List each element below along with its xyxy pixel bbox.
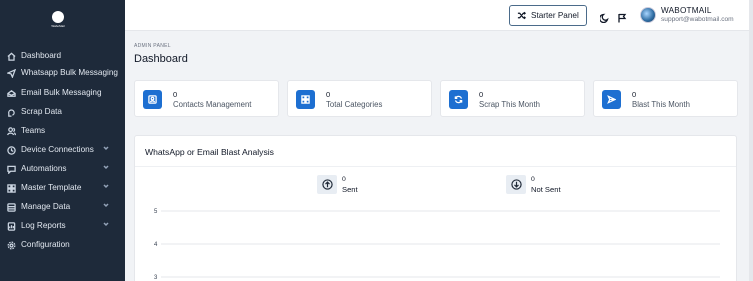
stat-card-scrap[interactable]: 0 Scrap This Month xyxy=(440,80,585,117)
users-icon xyxy=(7,127,16,136)
sidebar: WaboMail Dashboard Whatsapp Bulk Messagi… xyxy=(0,0,125,281)
blast-analysis-chart: 5 4 3 xyxy=(154,209,720,281)
report-icon xyxy=(7,222,16,231)
stat-card-contacts[interactable]: 0 Contacts Management xyxy=(134,80,279,117)
sidebar-item-label: Teams xyxy=(21,126,46,135)
sidebar-nav: Dashboard Whatsapp Bulk Messaging Email … xyxy=(0,48,125,253)
legend-name: Sent xyxy=(342,185,358,194)
gear-icon xyxy=(7,241,16,250)
legend-value: 0 xyxy=(342,176,346,183)
legend-name: Not Sent xyxy=(531,185,561,194)
panel-title: WhatsApp or Email Blast Analysis xyxy=(145,147,274,157)
legend-value: 0 xyxy=(531,176,535,183)
chevron-down-icon xyxy=(103,182,109,189)
chevron-down-icon xyxy=(103,220,109,227)
stat-card-categories[interactable]: 0 Total Categories xyxy=(287,80,432,117)
arrow-down-circle-icon xyxy=(506,175,526,194)
sidebar-item-label: Whatsapp Bulk Messaging xyxy=(21,68,118,77)
sidebar-item-email-bulk-messaging[interactable]: Email Bulk Messaging xyxy=(0,82,125,101)
sidebar-item-log-reports[interactable]: Log Reports xyxy=(0,215,125,234)
sidebar-item-whatsapp-bulk-messaging[interactable]: Whatsapp Bulk Messaging xyxy=(0,64,125,82)
stat-value: 0 xyxy=(479,90,484,99)
sidebar-item-label: Email Bulk Messaging xyxy=(21,88,102,97)
divider xyxy=(135,166,736,167)
chevron-down-icon xyxy=(103,163,109,170)
sidebar-item-scrap-data[interactable]: Scrap Data xyxy=(0,101,125,120)
user-name[interactable]: WABOTMAIL xyxy=(661,6,712,15)
home-icon xyxy=(7,52,16,61)
sidebar-item-label: Dashboard xyxy=(21,51,62,60)
send-icon xyxy=(602,90,621,109)
grid-icon xyxy=(296,90,315,109)
breadcrumb: ADMIN PANEL xyxy=(134,43,171,49)
user-email: support@wabotmail.com xyxy=(661,16,734,23)
starter-panel-label: Starter Panel xyxy=(531,11,579,20)
sidebar-item-master-template[interactable]: Master Template xyxy=(0,177,125,196)
page-title: Dashboard xyxy=(134,53,188,65)
flag-icon[interactable] xyxy=(617,10,627,23)
sidebar-item-teams[interactable]: Teams xyxy=(0,120,125,139)
refresh-icon xyxy=(449,90,468,109)
database-icon xyxy=(7,203,16,212)
stat-value: 0 xyxy=(326,90,331,99)
chat-icon xyxy=(7,165,16,174)
blast-analysis-panel: WhatsApp or Email Blast Analysis 0 Sent … xyxy=(134,135,737,281)
sidebar-item-label: Scrap Data xyxy=(21,107,62,116)
contacts-icon xyxy=(143,90,162,109)
template-icon xyxy=(7,184,16,193)
shuffle-icon xyxy=(517,11,526,20)
sidebar-item-automations[interactable]: Automations xyxy=(0,158,125,177)
sidebar-item-configuration[interactable]: Configuration xyxy=(0,234,125,253)
topbar: Starter Panel WABOTMAIL support@wabotmai… xyxy=(125,0,753,31)
stat-label: Total Categories xyxy=(326,100,383,109)
stat-value: 0 xyxy=(173,90,178,99)
moon-icon[interactable] xyxy=(598,10,610,24)
app-logo[interactable]: WaboMail xyxy=(50,11,66,28)
device-icon xyxy=(7,146,16,155)
stat-card-blast[interactable]: 0 Blast This Month xyxy=(593,80,738,117)
starter-panel-button[interactable]: Starter Panel xyxy=(509,5,587,26)
send-icon xyxy=(7,69,16,78)
sidebar-item-dashboard[interactable]: Dashboard xyxy=(0,48,125,64)
stat-label: Contacts Management xyxy=(173,100,252,109)
sidebar-item-manage-data[interactable]: Manage Data xyxy=(0,196,125,215)
stat-value: 0 xyxy=(632,90,637,99)
y-tick-label: 4 xyxy=(154,242,158,248)
scrollbar[interactable] xyxy=(749,0,753,281)
stat-label: Scrap This Month xyxy=(479,100,540,109)
y-tick-label: 5 xyxy=(154,209,158,215)
chevron-down-icon xyxy=(103,201,109,208)
sidebar-item-device-connections[interactable]: Device Connections xyxy=(0,139,125,158)
scrap-icon xyxy=(7,108,16,117)
avatar[interactable] xyxy=(640,7,656,23)
stat-label: Blast This Month xyxy=(632,100,690,109)
arrow-up-circle-icon xyxy=(317,175,337,194)
chevron-down-icon xyxy=(103,144,109,151)
mail-icon xyxy=(7,89,16,98)
sidebar-item-label: Configuration xyxy=(21,240,70,249)
y-tick-label: 3 xyxy=(154,275,158,281)
